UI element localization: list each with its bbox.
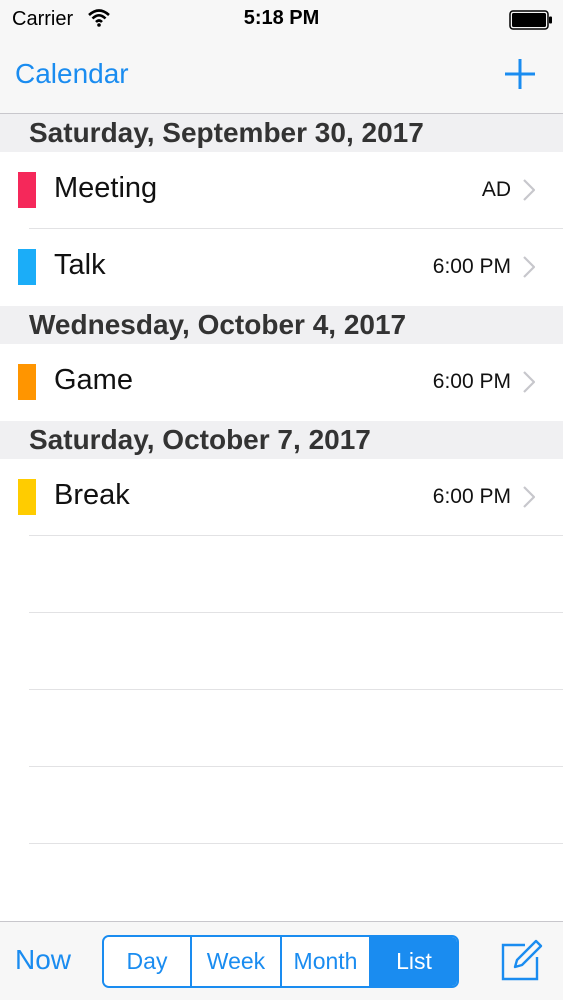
event-row-meeting[interactable]: Meeting AD [0, 152, 563, 229]
section-header: Wednesday, October 4, 2017 [0, 306, 563, 344]
compose-icon[interactable] [499, 939, 543, 983]
calendar-back-button[interactable]: Calendar [15, 58, 129, 90]
empty-row [0, 767, 563, 844]
empty-row [0, 613, 563, 690]
now-button[interactable]: Now [15, 944, 71, 976]
event-row-game[interactable]: Game 6:00 PM [0, 344, 563, 421]
event-title: Talk [54, 249, 106, 281]
view-mode-segmented-control[interactable]: Day Week Month List [102, 935, 459, 988]
event-color-bar [18, 249, 36, 285]
chevron-right-icon [523, 486, 535, 508]
event-row-break[interactable]: Break 6:00 PM [0, 459, 563, 536]
section-header: Saturday, October 7, 2017 [0, 421, 563, 459]
segment-month[interactable]: Month [282, 937, 371, 986]
section-header: Saturday, September 30, 2017 [0, 114, 563, 152]
chevron-right-icon [523, 256, 535, 278]
event-color-bar [18, 479, 36, 515]
segment-day[interactable]: Day [104, 937, 192, 986]
bottom-toolbar: Now Day Week Month List [0, 921, 563, 1000]
event-list[interactable]: Saturday, September 30, 2017 Meeting AD … [0, 114, 563, 844]
event-title: Meeting [54, 172, 158, 204]
event-time: 6:00 PM [432, 370, 511, 393]
event-title: Game [54, 364, 133, 396]
event-row-talk[interactable]: Talk 6:00 PM [0, 229, 563, 306]
segment-week[interactable]: Week [192, 937, 282, 986]
chevron-right-icon [523, 179, 535, 201]
status-time: 5:18 PM [243, 7, 320, 29]
empty-row [0, 536, 563, 613]
chevron-right-icon [523, 371, 535, 393]
nav-bar: Calendar [0, 40, 563, 114]
event-time: 6:00 PM [432, 485, 511, 508]
plus-icon[interactable] [503, 57, 537, 91]
battery-icon [509, 10, 552, 30]
event-color-bar [18, 172, 36, 208]
segment-list[interactable]: List [371, 937, 457, 986]
event-time: AD [481, 178, 511, 201]
empty-row [0, 690, 563, 767]
event-title: Break [54, 479, 130, 511]
event-time: 6:00 PM [432, 255, 511, 278]
status-bar: Carrier 5:18 PM [0, 0, 563, 40]
event-color-bar [18, 364, 36, 400]
